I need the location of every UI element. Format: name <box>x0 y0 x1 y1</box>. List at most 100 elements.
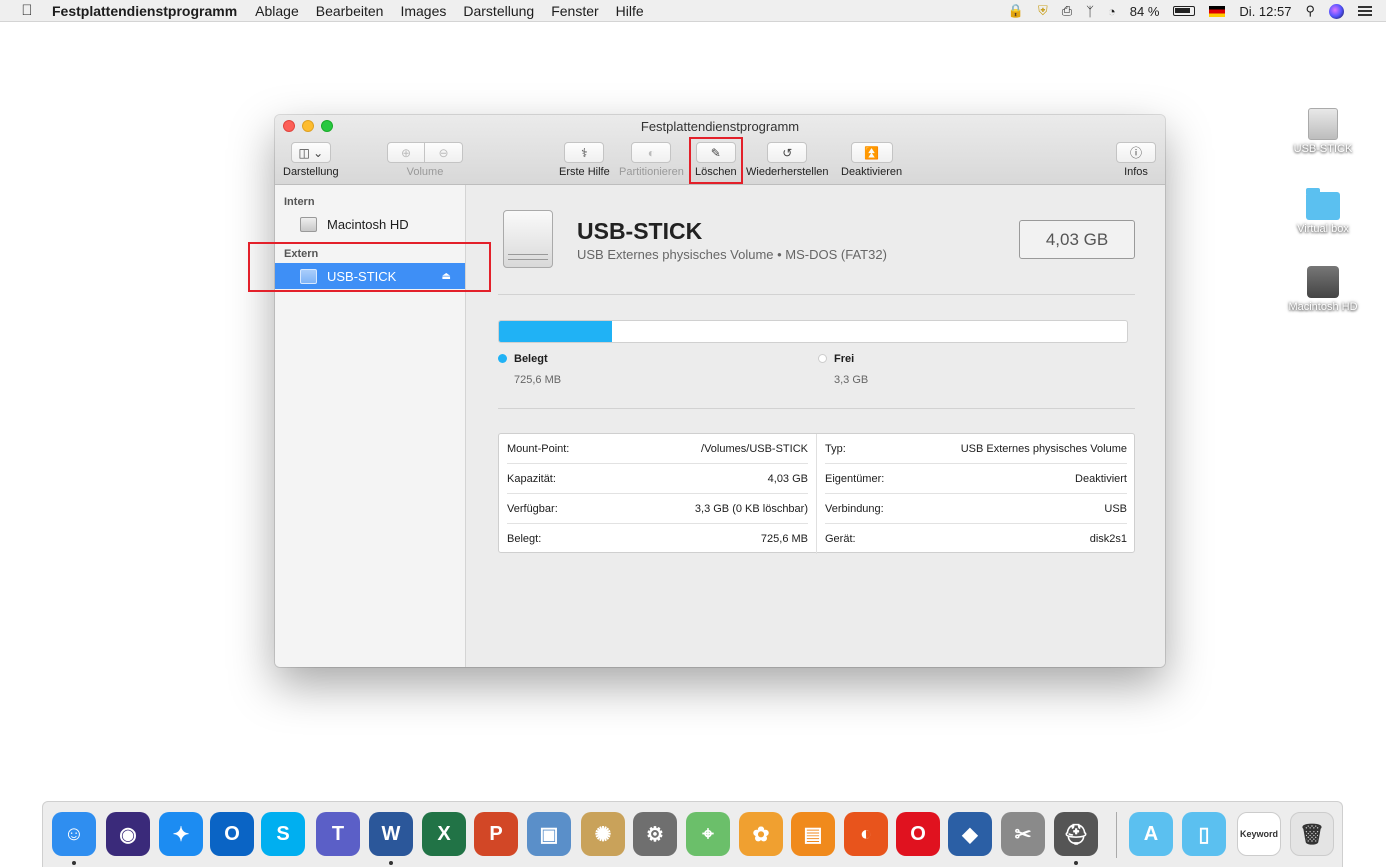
partition-button[interactable]: ◐ <box>631 142 672 163</box>
virtualbox-icon[interactable]: ◆ <box>948 812 992 856</box>
info-group: ⓘ Infos <box>1116 142 1156 178</box>
info-button[interactable]: ⓘ <box>1116 142 1156 163</box>
usb-drive-icon <box>1308 108 1338 140</box>
excel-icon[interactable]: X <box>422 812 466 856</box>
menubar-clock[interactable]: Di. 12:57 <box>1239 4 1291 19</box>
restore-group: ↺ Wiederherstellen <box>746 142 829 178</box>
photos-icon[interactable]: ✿ <box>739 812 783 856</box>
teams-icon[interactable]: T <box>316 812 360 856</box>
desktop-macintosh-hd[interactable]: Macintosh HD <box>1278 266 1368 313</box>
maps-icon[interactable]: ⌖ <box>686 812 730 856</box>
info-value: USB <box>1104 502 1127 515</box>
legend-used-label: Belegt <box>514 353 548 365</box>
folder-icon <box>1306 188 1340 220</box>
unmount-group: ⏫ Deaktivieren <box>841 142 902 178</box>
info-row-connection: Verbindung: USB <box>825 494 1127 524</box>
menu-darstellung[interactable]: Darstellung <box>463 3 534 19</box>
remove-volume-button[interactable]: ⊖ <box>425 142 463 163</box>
battery-icon[interactable] <box>1173 6 1196 16</box>
info-label: Verfügbar: <box>507 502 558 515</box>
sidebar-item-label: Macintosh HD <box>327 216 409 232</box>
opera-icon[interactable]: O <box>896 812 940 856</box>
scissors-icon[interactable]: ✂ <box>1001 812 1045 856</box>
unmount-button[interactable]: ⏫ <box>850 142 893 163</box>
word-icon[interactable]: W <box>369 812 413 856</box>
dock: ☺ ◉ ✦ O S T W X P ▣ ✺ ⚙ ⌖ ✿ ▤ ◐ O ◆ ✂ ⛑ A ▯ Keyword 🗑 <box>42 801 1343 867</box>
applications-folder-icon[interactable]: A <box>1129 812 1173 856</box>
safari-icon[interactable]: ✦ <box>159 812 203 856</box>
first-aid-button[interactable]: ⚕ <box>564 142 605 163</box>
menu-bar:  Festplattendienstprogramm Ablage Bearb… <box>0 0 1386 22</box>
menu-images[interactable]: Images <box>400 3 446 19</box>
legend-free-value: 3,3 GB <box>834 374 869 386</box>
usage-bar <box>498 320 1128 343</box>
partition-label: Partitionieren <box>619 166 684 178</box>
siri-menu-icon[interactable] <box>1329 3 1344 19</box>
info-label: Eigentümer: <box>825 472 885 485</box>
shield-icon[interactable]: ⛨ <box>1038 3 1048 19</box>
usage-bar-used <box>499 321 613 342</box>
preview-icon[interactable]: ▣ <box>527 812 571 856</box>
spotlight-search-icon[interactable]: ⚲ <box>1305 3 1315 19</box>
info-icon: ⓘ <box>1129 146 1142 160</box>
notification-center-icon[interactable] <box>1358 6 1372 16</box>
german-flag-icon[interactable] <box>1209 5 1226 17</box>
first-aid-label: Erste Hilfe <box>559 166 610 178</box>
menu-fenster[interactable]: Fenster <box>551 3 598 19</box>
powerpoint-icon[interactable]: P <box>474 812 518 856</box>
dock-running-indicator <box>72 861 76 865</box>
system-preferences-icon[interactable]: ⚙ <box>633 812 677 856</box>
menu-bearbeiten[interactable]: Bearbeiten <box>316 3 384 19</box>
add-volume-button[interactable]: ⊕ <box>387 142 425 163</box>
restore-label: Wiederherstellen <box>746 166 829 178</box>
info-label: Mount-Point: <box>507 442 570 455</box>
internal-disk-icon <box>300 216 317 232</box>
lock-icon[interactable]: 🔒 <box>1008 3 1024 19</box>
info-row-device: Gerät: disk2s1 <box>825 524 1127 554</box>
printer-icon[interactable]: ⎙ <box>1062 3 1072 19</box>
free-color-dot <box>818 354 827 363</box>
documents-folder-icon[interactable]: ▯ <box>1182 812 1226 856</box>
sidebar-item-macintosh-hd[interactable]: Macintosh HD <box>275 211 465 237</box>
dock-running-indicator <box>1074 861 1078 865</box>
unmount-icon: ⏫ <box>864 145 880 160</box>
ibooks-icon[interactable]: ▤ <box>791 812 835 856</box>
view-group: ◫ ⌄ Darstellung <box>283 142 339 178</box>
info-column-right: Typ: USB Externes physisches Volume Eigen… <box>817 434 1135 554</box>
apple-menu-icon[interactable]:  <box>17 2 37 19</box>
firefox-icon[interactable]: ◐ <box>844 812 888 856</box>
desktop-virtual-box-folder[interactable]: Virtual box <box>1278 188 1368 235</box>
wifi-icon[interactable]: ◔ <box>1108 4 1116 19</box>
bluetooth-icon[interactable]: ᛉ <box>1086 4 1094 19</box>
siri-icon[interactable]: ◉ <box>106 812 150 856</box>
trash-icon[interactable]: 🗑 <box>1290 812 1334 856</box>
main-panel: USB-STICK USB Externes physisches Volume… <box>466 185 1165 667</box>
highlight-usb-stick <box>248 242 491 292</box>
menu-hilfe[interactable]: Hilfe <box>616 3 644 19</box>
menu-app-name[interactable]: Festplattendienstprogramm <box>52 3 237 19</box>
info-value: 3,3 GB (0 KB löschbar) <box>694 502 808 515</box>
sunflower-icon[interactable]: ✺ <box>581 812 625 856</box>
info-row-mount-point: Mount-Point: /Volumes/USB-STICK <box>507 434 808 464</box>
desktop-usb-stick[interactable]: USB-STICK <box>1278 108 1368 155</box>
partition-group: ◐ Partitionieren <box>619 142 684 178</box>
disk-utility-window: Festplattendienstprogramm ◫ ⌄ Darstellun… <box>275 115 1165 667</box>
sidebar-header-internal: Intern <box>284 196 315 208</box>
info-label: Infos <box>1124 166 1148 178</box>
dock-separator <box>1116 812 1117 858</box>
restore-button[interactable]: ↺ <box>767 142 808 163</box>
view-button[interactable]: ◫ ⌄ <box>290 142 331 163</box>
outlook-icon[interactable]: O <box>210 812 254 856</box>
desktop-icon-label: USB-STICK <box>1293 143 1353 155</box>
finder-icon[interactable]: ☺ <box>52 812 96 856</box>
volume-group: ⊕ ⊖ Volume <box>387 142 463 178</box>
stethoscope-icon: ⚕ <box>581 145 588 160</box>
disk-utility-icon[interactable]: ⛑ <box>1054 812 1098 856</box>
keyword-file-icon[interactable]: Keyword <box>1237 812 1281 856</box>
menu-ablage[interactable]: Ablage <box>255 3 299 19</box>
info-value: 725,6 MB <box>760 533 808 545</box>
legend-free: Frei 3,3 GB <box>818 353 868 386</box>
skype-icon[interactable]: S <box>261 812 305 856</box>
info-value: disk2s1 <box>1089 533 1127 545</box>
battery-percent[interactable]: 84 % <box>1130 4 1160 19</box>
